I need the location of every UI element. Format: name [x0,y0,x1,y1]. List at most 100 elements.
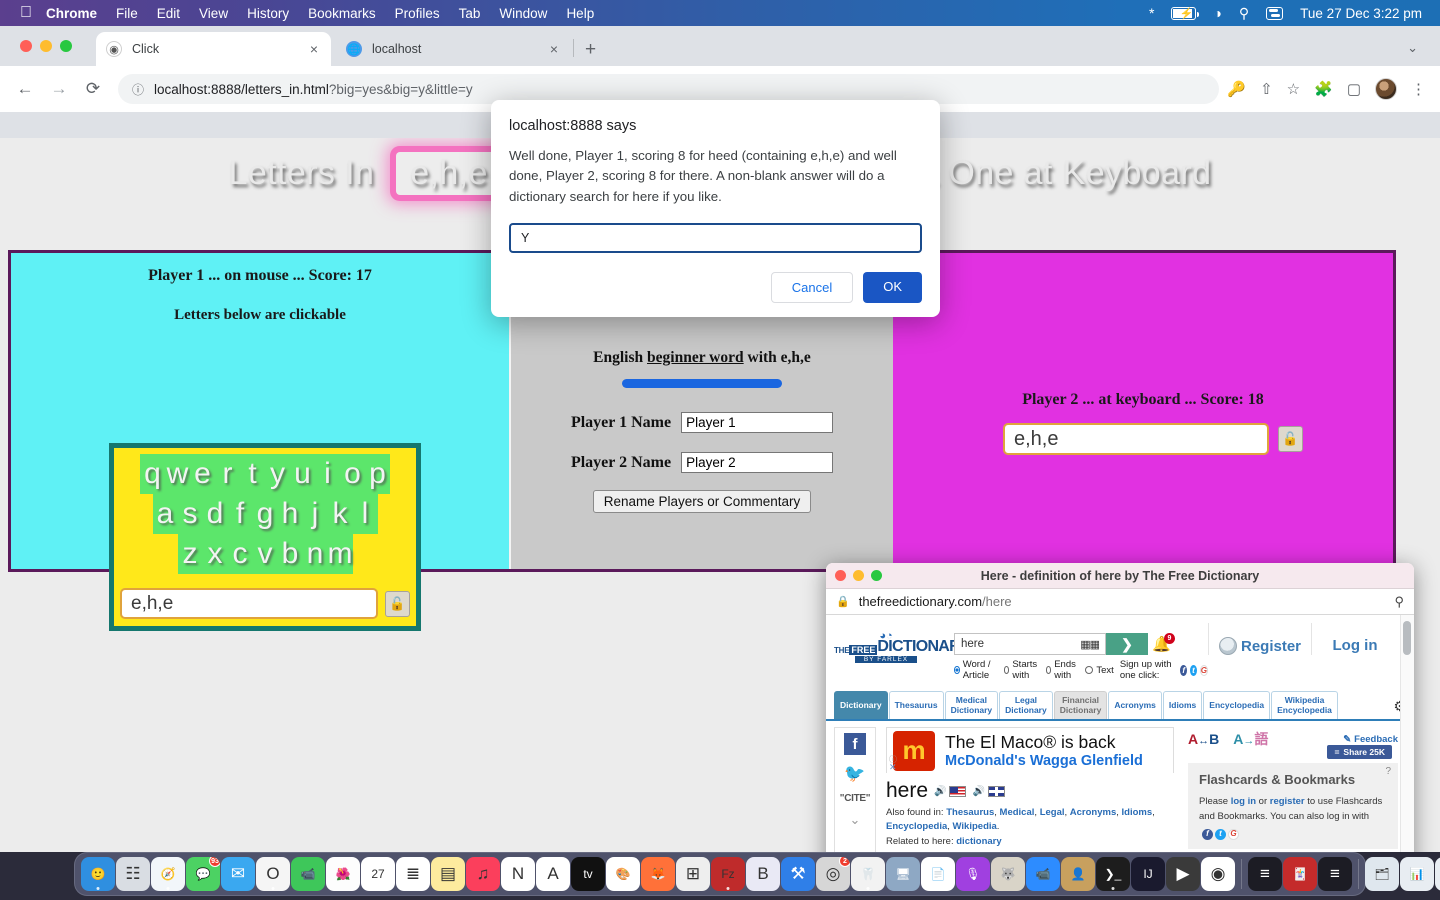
menu-view[interactable]: View [199,6,228,21]
player1-lock-icon[interactable]: 🔓 [385,590,410,617]
menu-history[interactable]: History [247,6,289,21]
key-i[interactable]: i [315,454,340,494]
dock-icon-launchpad[interactable]: ☷ [116,857,150,891]
chevron-down-icon[interactable]: ⌄ [835,812,875,828]
dock-icon-folder-window-1[interactable]: ≡ [1248,857,1282,891]
dock-icon-opera[interactable]: O [256,857,290,891]
bookmark-star-icon[interactable]: ☆ [1287,80,1300,98]
bluetooth-icon[interactable]: * [1149,6,1154,20]
key-x[interactable]: x [202,534,228,574]
player1-answer-input[interactable]: e,h,e [120,588,378,619]
menu-chrome[interactable]: Chrome [46,6,97,21]
key-w[interactable]: w [165,454,190,494]
key-k[interactable]: k [327,494,353,534]
battery-charging-icon[interactable]: ⚡ [1171,6,1200,20]
back-button[interactable]: ← [10,74,40,104]
key-s[interactable]: s [177,494,203,534]
radio-word-article[interactable]: Word / Article [954,659,998,681]
dictionary-search-button[interactable]: ❯ [1106,633,1148,655]
dock-icon-podcasts[interactable]: 🎙 [956,857,990,891]
dock-icon-downloads-stack-2[interactable]: 📊 [1435,857,1440,891]
key-h[interactable]: h [277,494,303,534]
new-tab-button[interactable]: + [585,40,596,59]
dock-icon-freeform[interactable]: 🎨 [606,857,640,891]
player2-lock-icon[interactable]: 🔓 [1278,426,1303,452]
advertisement-banner[interactable]: m The El Maco® is back McDonald's Wagga … [886,727,1174,773]
side-panel-icon[interactable]: ▢ [1347,80,1361,98]
dock-icon-gimp[interactable]: 🐺 [991,857,1025,891]
dock-icon-downloads-stack-1[interactable]: 📊 [1400,857,1434,891]
player2-name-input[interactable]: Player 2 [681,452,834,473]
dock-icon-photos[interactable]: 🌺 [326,857,360,891]
player2-answer-input[interactable]: e,h,e [1003,423,1269,455]
key-a[interactable]: a [152,494,178,534]
translate-icon[interactable]: A↔B [1188,731,1219,747]
dock-icon-sourcetree[interactable]: ◎ 2 [816,857,850,891]
tab-localhost[interactable]: 🌐 localhost × [336,32,571,66]
control-center-icon[interactable] [1266,6,1284,20]
minimize-window-button[interactable] [40,40,52,52]
dictionary-tab-idioms[interactable]: Idioms [1162,691,1203,719]
on-screen-keyboard-icon[interactable]: ▦▦ [1080,638,1100,651]
dock-icon-contacts[interactable]: 👤 [1061,857,1095,891]
twitter-icon[interactable]: 🐦 [844,763,866,785]
dictionary-maximize-button[interactable] [871,570,882,581]
dictionary-search-input[interactable]: here ▦▦ [954,633,1106,655]
dock-icon-finder[interactable]: 🙂 [81,857,115,891]
menu-bar-clock[interactable]: Tue 27 Dec 3:22 pm [1300,6,1422,21]
dock-icon-safari[interactable]: 🧭 [151,857,185,891]
forward-button[interactable]: → [44,74,74,104]
dock-icon-xcode[interactable]: ⚒ [781,857,815,891]
dock-icon-tooth-app[interactable]: 🦷 [851,857,885,891]
also-found-link-legal[interactable]: Legal [1040,807,1065,818]
google-icon[interactable]: G [1228,829,1239,841]
key-c[interactable]: c [227,534,253,574]
menu-window[interactable]: Window [499,6,547,21]
key-b[interactable]: b [277,534,303,574]
dictionary-tab-acronyms[interactable]: Acronyms [1108,691,1162,719]
chrome-menu-icon[interactable]: ⋮ [1411,80,1426,98]
also-found-link-encyclopedia[interactable]: Encyclopedia [886,821,947,832]
search-icon[interactable]: ⚲ [1394,594,1404,610]
dock-icon-music[interactable]: ♫ [466,857,500,891]
dock-icon-reminders[interactable]: ≣ [396,857,430,891]
also-found-link-acronyms[interactable]: Acronyms [1070,807,1116,818]
apple-icon[interactable]:  [20,5,32,21]
spotlight-search-icon[interactable]: ⚲ [1239,6,1249,20]
share-icon[interactable]: ⇧ [1260,80,1273,98]
dictionary-close-button[interactable] [835,570,846,581]
menu-bookmarks[interactable]: Bookmarks [308,6,376,21]
dictionary-tab-medical-dictionary[interactable]: Medical Dictionary [944,691,999,719]
extensions-puzzle-icon[interactable]: 🧩 [1314,80,1333,98]
key-e[interactable]: e [190,454,215,494]
tab-close-icon[interactable]: × [307,41,321,57]
key-t[interactable]: t [240,454,265,494]
reload-button[interactable]: ⟳ [78,74,108,104]
facebook-icon[interactable]: f [844,733,866,755]
also-found-link-medical[interactable]: Medical [1000,807,1035,818]
site-info-icon[interactable]: ⓘ [132,81,144,98]
tab-click[interactable]: ◉ Click × [96,32,331,66]
key-v[interactable]: v [252,534,278,574]
dictionary-tab-wikipedia-encyclopedia[interactable]: Wikipedia Encyclopedia [1271,691,1338,719]
dock-icon-firefox[interactable]: 🦊 [641,857,675,891]
radio-ends-with[interactable]: Ends with [1045,659,1080,681]
dictionary-tab-financial-dictionary[interactable]: Financial Dictionary [1053,691,1108,719]
wifi-icon[interactable]: ◑ [1213,6,1221,20]
transliterate-icon[interactable]: A→語 [1233,729,1268,749]
password-key-icon[interactable]: 🔑 [1227,80,1246,98]
dictionary-scrollbar-thumb[interactable] [1403,621,1411,655]
also-found-link-wikipedia[interactable]: Wikipedia [953,821,997,832]
dock-icon-messages[interactable]: 💬 93 [186,857,220,891]
key-u[interactable]: u [290,454,315,494]
key-d[interactable]: d [202,494,228,534]
facebook-icon[interactable]: f [1180,664,1188,676]
dock-icon-mail[interactable]: ✉ [221,857,255,891]
also-found-link-thesaurus[interactable]: Thesaurus [946,807,994,818]
key-l[interactable]: l [352,494,378,534]
menu-file[interactable]: File [116,6,138,21]
dock-icon-documents-stack[interactable]: 🗂 [1365,857,1399,891]
dictionary-minimize-button[interactable] [853,570,864,581]
dock-icon-dvd-player[interactable]: 🃏 [1283,857,1317,891]
player1-name-input[interactable]: Player 1 [681,412,834,433]
